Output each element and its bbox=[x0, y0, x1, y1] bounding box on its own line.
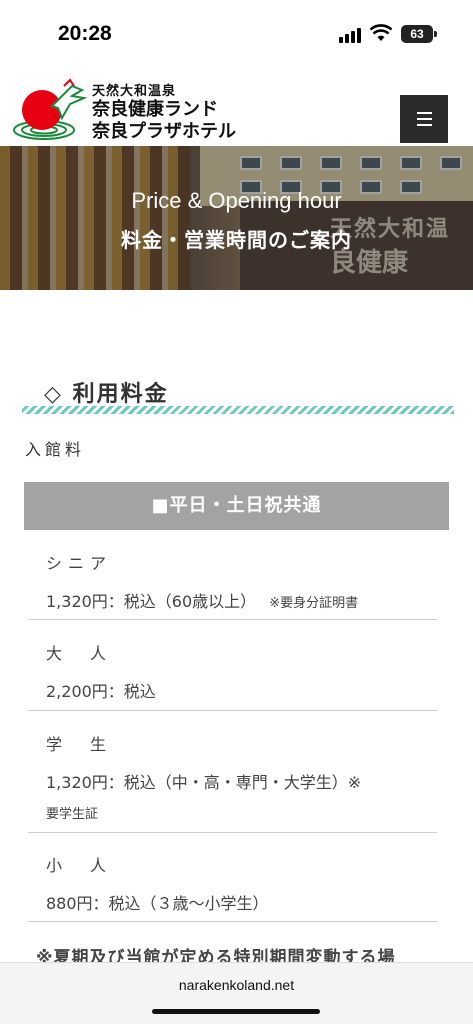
hero-overlay bbox=[0, 146, 473, 290]
price-value: 2,200円：税込 bbox=[46, 682, 156, 701]
signal-icon bbox=[339, 27, 361, 43]
price-value: 1,320円：税込（中・高・専門・大学生）※ bbox=[46, 773, 362, 792]
price-label: 小 人 bbox=[46, 856, 113, 875]
price-note: ※要身分証明書 bbox=[269, 596, 359, 611]
logo-line-2: 奈良健康ランド bbox=[92, 99, 218, 120]
hero-title-jp: 料金・営業時間のご案内 bbox=[121, 228, 352, 252]
logo-line-1: 天然大和温泉 bbox=[92, 84, 177, 99]
hero-title-en: Price & Opening hour bbox=[131, 188, 342, 213]
section-title: ◇ 利用料金 bbox=[44, 382, 169, 407]
hero-banner: 天然大和温 良健康 Price & Opening hour 料金・営業時間のご… bbox=[0, 146, 473, 290]
price-row-senior: シニア 1,320円：税込（60歳以上） ※要身分証明書 bbox=[46, 550, 436, 612]
price-label: 大 人 bbox=[46, 644, 113, 663]
admission-subheading: 入館料 bbox=[25, 440, 86, 459]
logo-text[interactable]: 天然大和温泉 奈良健康ランド 奈良プラザホテル bbox=[92, 80, 236, 143]
price-value: 880円：税込（３歳～小学生） bbox=[46, 894, 269, 913]
browser-url-bar[interactable]: narakenkoland.net bbox=[0, 962, 473, 1024]
logo-line-3: 奈良プラザホテル bbox=[92, 121, 236, 142]
price-row-student: 学 生 1,320円：税込（中・高・専門・大学生）※ 要学生証 bbox=[46, 731, 436, 822]
site-header: 天然大和温泉 奈良健康ランド 奈良プラザホテル bbox=[0, 70, 473, 146]
price-value: 1,320円：税込（60歳以上） ※要身分証明書 bbox=[46, 592, 359, 611]
wifi-icon bbox=[370, 24, 392, 41]
home-indicator[interactable] bbox=[152, 1009, 320, 1014]
price-label: 学 生 bbox=[46, 735, 113, 754]
hamburger-menu-icon bbox=[417, 112, 432, 114]
divider bbox=[28, 710, 437, 711]
hamburger-menu-button[interactable] bbox=[400, 95, 448, 143]
price-label: シニア bbox=[46, 554, 113, 573]
site-logo-icon[interactable] bbox=[12, 78, 96, 142]
divider bbox=[28, 619, 437, 620]
price-row-adult: 大 人 2,200円：税込 bbox=[46, 640, 436, 702]
status-bar: 20:28 63 bbox=[0, 0, 473, 70]
price-row-child: 小 人 880円：税込（３歳～小学生） bbox=[46, 852, 436, 914]
battery-tip bbox=[434, 31, 437, 37]
battery-icon: 63 bbox=[401, 25, 433, 43]
divider bbox=[28, 921, 437, 922]
section-divider bbox=[22, 406, 454, 414]
price-category-band: ■平日・土日祝共通 bbox=[24, 482, 449, 530]
divider bbox=[28, 832, 437, 833]
url-text[interactable]: narakenkoland.net bbox=[0, 977, 473, 993]
status-time: 20:28 bbox=[58, 22, 112, 45]
price-note: 要学生証 bbox=[46, 807, 99, 822]
